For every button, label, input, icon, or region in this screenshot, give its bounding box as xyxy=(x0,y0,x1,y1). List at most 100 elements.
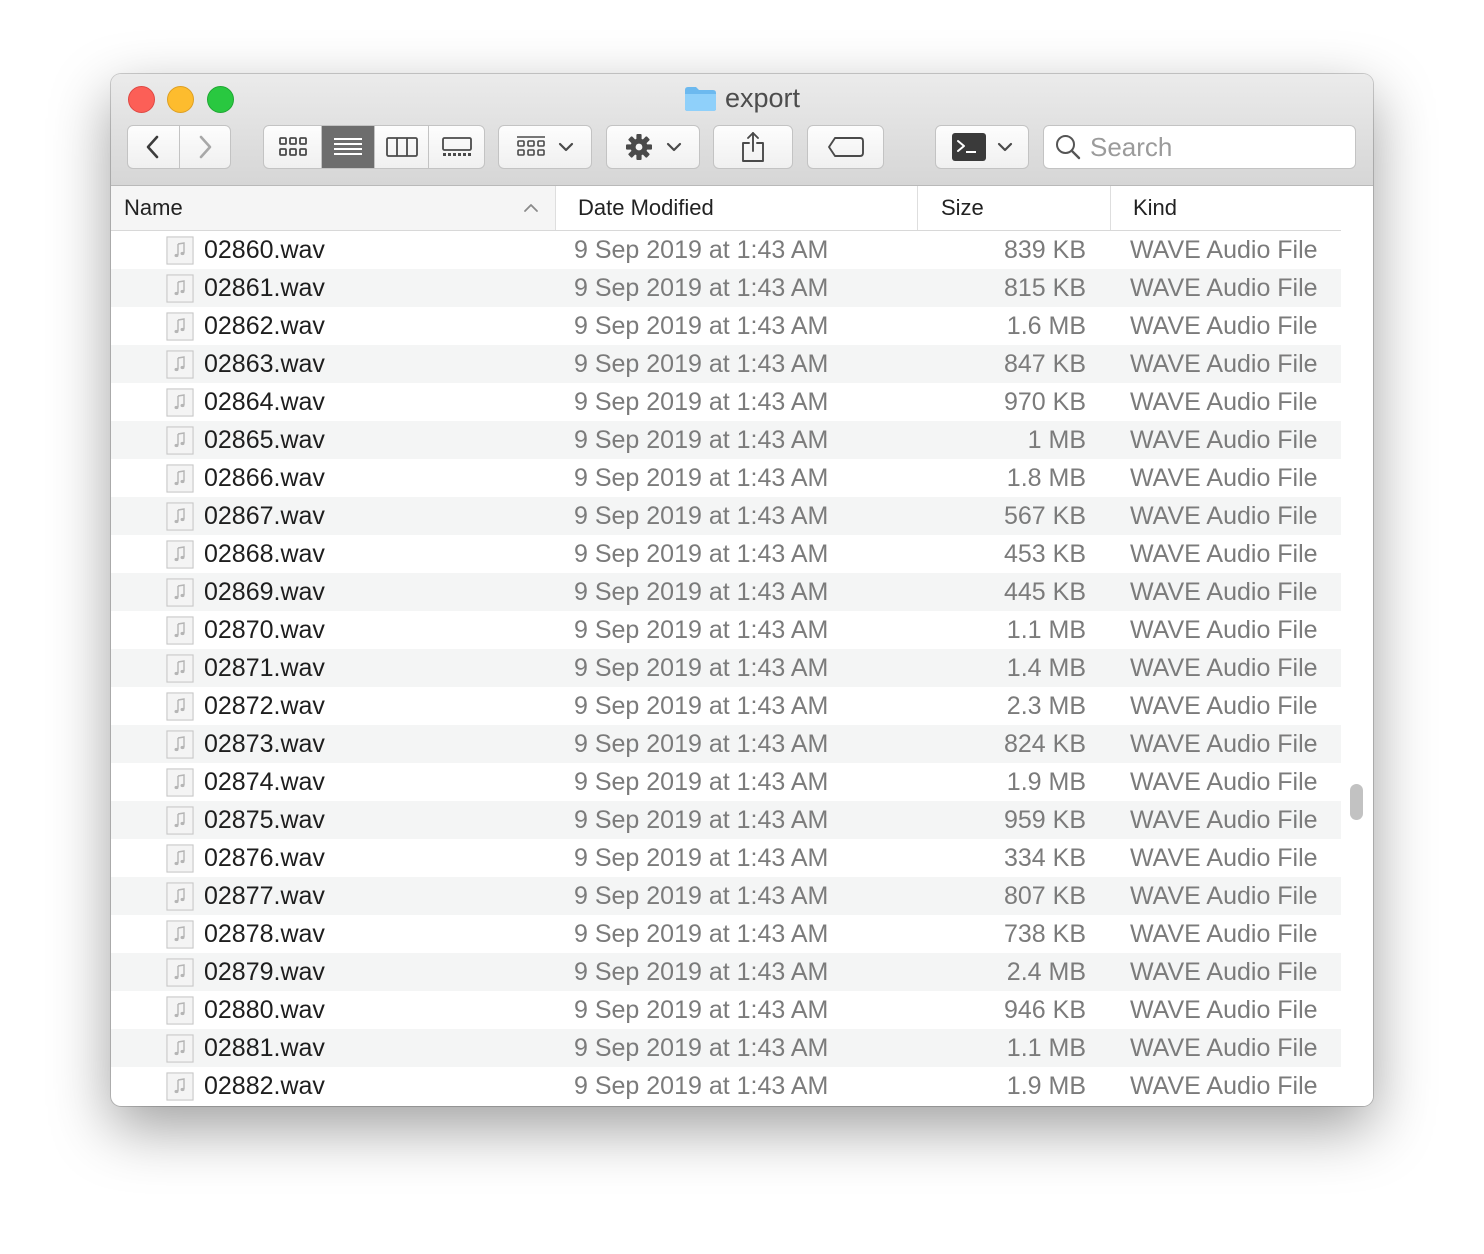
file-kind: WAVE Audio File xyxy=(1130,882,1318,910)
file-name: 02868.wav xyxy=(204,540,325,568)
file-date-modified: 9 Sep 2019 at 1:43 AM xyxy=(574,388,829,416)
file-kind: WAVE Audio File xyxy=(1130,350,1318,378)
chevron-left-icon xyxy=(146,135,159,159)
open-terminal-button[interactable] xyxy=(935,125,1029,169)
file-size: 334 KB xyxy=(1003,844,1086,872)
file-name: 02882.wav xyxy=(204,1072,325,1100)
window-title-text: export xyxy=(724,83,801,113)
file-row[interactable]: 02872.wav 9 Sep 2019 at 1:43 AM 2.3 MB W… xyxy=(111,687,1341,725)
action-menu-button[interactable] xyxy=(606,125,700,169)
file-row[interactable]: 02871.wav 9 Sep 2019 at 1:43 AM 1.4 MB W… xyxy=(111,649,1341,687)
file-row[interactable]: 02874.wav 9 Sep 2019 at 1:43 AM 1.9 MB W… xyxy=(111,763,1341,801)
file-name: 02865.wav xyxy=(204,426,325,454)
file-row[interactable]: 02882.wav 9 Sep 2019 at 1:43 AM 1.9 MB W… xyxy=(111,1067,1341,1105)
file-name: 02867.wav xyxy=(204,502,325,530)
file-date-modified: 9 Sep 2019 at 1:43 AM xyxy=(574,1034,829,1062)
edit-tags-button[interactable] xyxy=(807,125,884,169)
file-date-modified: 9 Sep 2019 at 1:43 AM xyxy=(574,844,829,872)
file-date-modified: 9 Sep 2019 at 1:43 AM xyxy=(574,540,829,568)
column-header-kind-label: Kind xyxy=(1133,195,1178,220)
file-row[interactable]: 02862.wav 9 Sep 2019 at 1:43 AM 1.6 MB W… xyxy=(111,307,1341,345)
title-bar: export xyxy=(111,74,1373,186)
back-button[interactable] xyxy=(128,126,180,168)
file-size: 1 MB xyxy=(1027,426,1086,454)
search-input[interactable] xyxy=(1088,130,1342,164)
file-size: 1.6 MB xyxy=(1006,312,1086,340)
file-row[interactable]: 02865.wav 9 Sep 2019 at 1:43 AM 1 MB WAV… xyxy=(111,421,1341,459)
window-title: export xyxy=(111,80,1373,121)
list-view-button[interactable] xyxy=(322,126,375,168)
finder-window: export Search Name Date Modified Size Ki… xyxy=(111,74,1373,1106)
gallery-view-button[interactable] xyxy=(429,126,484,168)
file-name: 02861.wav xyxy=(204,274,325,302)
file-row[interactable]: 02875.wav 9 Sep 2019 at 1:43 AM 959 KB W… xyxy=(111,801,1341,839)
file-size: 1.4 MB xyxy=(1006,654,1086,682)
file-kind: WAVE Audio File xyxy=(1130,692,1318,720)
column-header-name[interactable]: Name xyxy=(111,186,555,230)
file-kind: WAVE Audio File xyxy=(1130,996,1318,1024)
column-header-kind[interactable]: Kind xyxy=(1110,186,1341,230)
chevron-down-icon xyxy=(558,142,574,152)
file-row[interactable]: 02860.wav 9 Sep 2019 at 1:43 AM 839 KB W… xyxy=(111,231,1341,269)
file-name: 02878.wav xyxy=(204,920,325,948)
file-row[interactable]: 02873.wav 9 Sep 2019 at 1:43 AM 824 KB W… xyxy=(111,725,1341,763)
file-size: 807 KB xyxy=(1003,882,1086,910)
file-date-modified: 9 Sep 2019 at 1:43 AM xyxy=(574,578,829,606)
share-button[interactable] xyxy=(713,125,793,169)
file-size: 445 KB xyxy=(1003,578,1086,606)
file-size: 2.3 MB xyxy=(1006,692,1086,720)
file-kind: WAVE Audio File xyxy=(1130,502,1318,530)
file-row[interactable]: 02880.wav 9 Sep 2019 at 1:43 AM 946 KB W… xyxy=(111,991,1341,1029)
file-kind: WAVE Audio File xyxy=(1130,654,1318,682)
file-row[interactable]: 02876.wav 9 Sep 2019 at 1:43 AM 334 KB W… xyxy=(111,839,1341,877)
forward-button[interactable] xyxy=(180,126,231,168)
scrollbar-track[interactable] xyxy=(1341,186,1373,1106)
gallery-view-icon xyxy=(441,137,472,156)
file-size: 1.9 MB xyxy=(1006,1072,1086,1100)
file-size: 839 KB xyxy=(1003,236,1086,264)
file-size: 959 KB xyxy=(1003,806,1086,834)
chevron-right-icon xyxy=(199,135,212,159)
file-row[interactable]: 02866.wav 9 Sep 2019 at 1:43 AM 1.8 MB W… xyxy=(111,459,1341,497)
file-name: 02872.wav xyxy=(204,692,325,720)
group-by-button[interactable] xyxy=(498,125,592,169)
chevron-down-icon xyxy=(666,142,682,152)
file-date-modified: 9 Sep 2019 at 1:43 AM xyxy=(574,236,829,264)
file-date-modified: 9 Sep 2019 at 1:43 AM xyxy=(574,768,829,796)
column-view-button[interactable] xyxy=(375,126,429,168)
column-header-date-modified[interactable]: Date Modified xyxy=(555,186,917,230)
file-row[interactable]: 02864.wav 9 Sep 2019 at 1:43 AM 970 KB W… xyxy=(111,383,1341,421)
sort-ascending-icon xyxy=(524,204,538,212)
icon-view-button[interactable] xyxy=(264,126,322,168)
file-kind: WAVE Audio File xyxy=(1130,920,1318,948)
file-row[interactable]: 02878.wav 9 Sep 2019 at 1:43 AM 738 KB W… xyxy=(111,915,1341,953)
file-date-modified: 9 Sep 2019 at 1:43 AM xyxy=(574,806,829,834)
file-row[interactable]: 02861.wav 9 Sep 2019 at 1:43 AM 815 KB W… xyxy=(111,269,1341,307)
file-row[interactable]: 02877.wav 9 Sep 2019 at 1:43 AM 807 KB W… xyxy=(111,877,1341,915)
file-date-modified: 9 Sep 2019 at 1:43 AM xyxy=(574,616,829,644)
file-list: 02860.wav 9 Sep 2019 at 1:43 AM 839 KB W… xyxy=(111,231,1341,1105)
file-row[interactable]: 02863.wav 9 Sep 2019 at 1:43 AM 847 KB W… xyxy=(111,345,1341,383)
column-header-size[interactable]: Size xyxy=(917,186,1110,230)
file-kind: WAVE Audio File xyxy=(1130,1072,1318,1100)
file-size: 815 KB xyxy=(1003,274,1086,302)
tag-icon xyxy=(827,137,864,157)
audio-file-icon xyxy=(165,1072,195,1106)
file-row[interactable]: 02881.wav 9 Sep 2019 at 1:43 AM 1.1 MB W… xyxy=(111,1029,1341,1067)
file-kind: WAVE Audio File xyxy=(1130,312,1318,340)
file-kind: WAVE Audio File xyxy=(1130,578,1318,606)
file-row[interactable]: 02868.wav 9 Sep 2019 at 1:43 AM 453 KB W… xyxy=(111,535,1341,573)
file-name: 02880.wav xyxy=(204,996,325,1024)
file-row[interactable]: 02879.wav 9 Sep 2019 at 1:43 AM 2.4 MB W… xyxy=(111,953,1341,991)
scrollbar-thumb[interactable] xyxy=(1350,784,1363,820)
file-row[interactable]: 02869.wav 9 Sep 2019 at 1:43 AM 445 KB W… xyxy=(111,573,1341,611)
search-field[interactable] xyxy=(1043,125,1356,169)
file-size: 1.8 MB xyxy=(1006,464,1086,492)
file-size: 1.9 MB xyxy=(1006,768,1086,796)
file-kind: WAVE Audio File xyxy=(1130,426,1318,454)
file-row[interactable]: 02867.wav 9 Sep 2019 at 1:43 AM 567 KB W… xyxy=(111,497,1341,535)
file-row[interactable]: 02870.wav 9 Sep 2019 at 1:43 AM 1.1 MB W… xyxy=(111,611,1341,649)
column-header-name-label: Name xyxy=(124,195,183,220)
file-date-modified: 9 Sep 2019 at 1:43 AM xyxy=(574,692,829,720)
search-icon xyxy=(1056,135,1081,160)
